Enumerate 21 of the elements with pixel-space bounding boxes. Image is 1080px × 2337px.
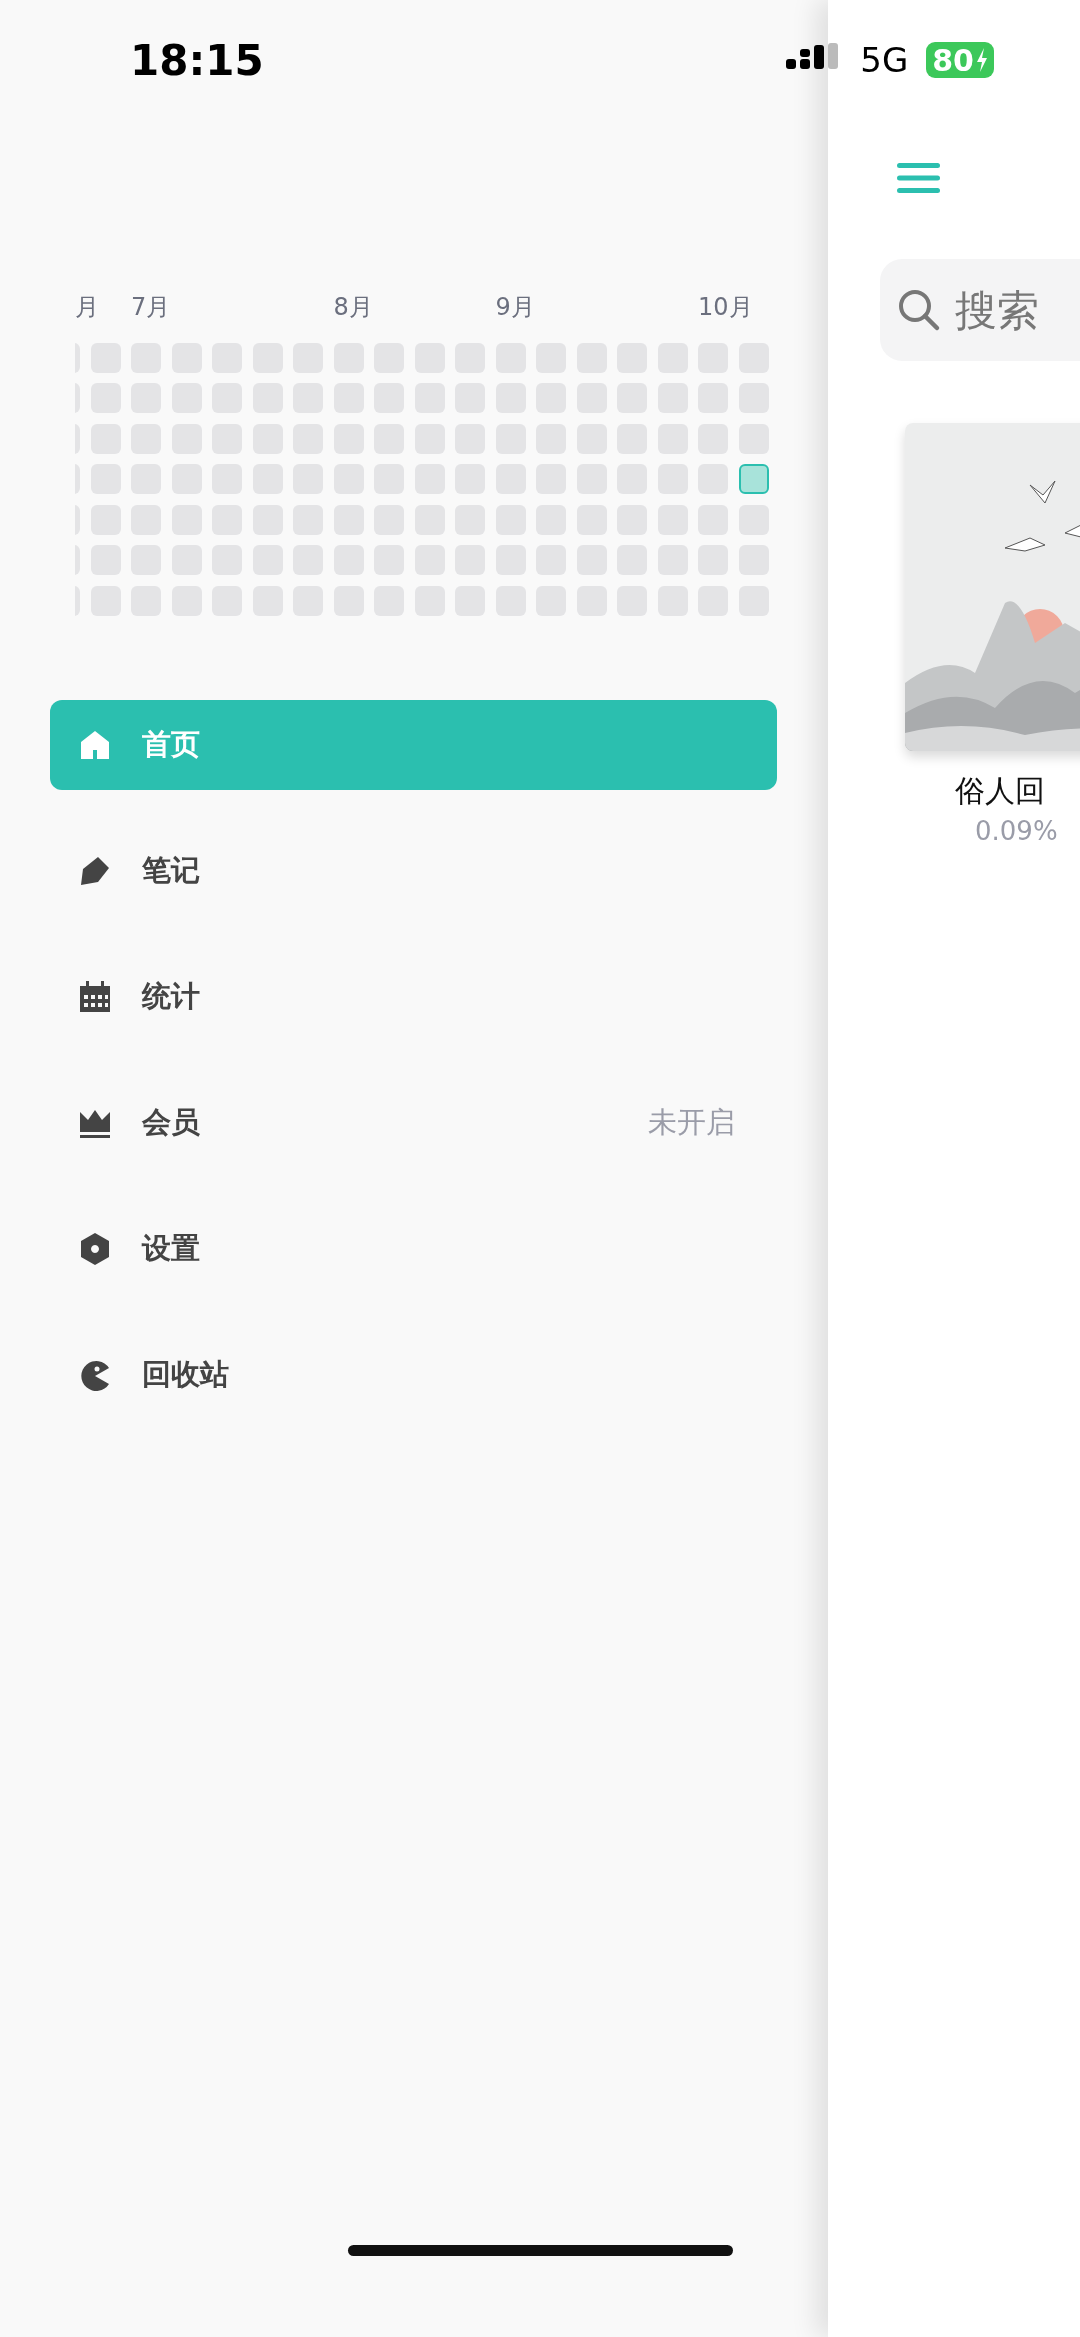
network-label: 5G (860, 40, 909, 80)
menu-item[interactable]: 会员 未开启 (50, 1077, 777, 1168)
battery-indicator: 80 (926, 42, 994, 78)
clock-time: 18:15 (130, 35, 264, 85)
month-label: 9月 (495, 292, 535, 322)
search-field[interactable]: 搜索 (880, 259, 1080, 361)
month-label: 8月 (333, 292, 373, 322)
month-label: 7月 (131, 292, 171, 322)
menu-item[interactable]: 笔记 (50, 825, 777, 916)
menu-item[interactable]: 统计 (50, 951, 777, 1042)
month-label: 10月 (698, 292, 753, 322)
menu-icon[interactable] (897, 163, 940, 193)
menu-item[interactable]: 回收站 (50, 1329, 777, 1420)
book-title: 俗人回 (955, 772, 1045, 810)
calendar-icon (78, 979, 112, 1014)
nut-icon (78, 1231, 112, 1266)
month-label: 月 (75, 292, 99, 322)
menu-item[interactable]: 设置 (50, 1203, 777, 1294)
progress-text: 0.09% (975, 816, 1058, 846)
status-text: 未开启 (648, 1103, 735, 1141)
search-icon (897, 288, 941, 332)
